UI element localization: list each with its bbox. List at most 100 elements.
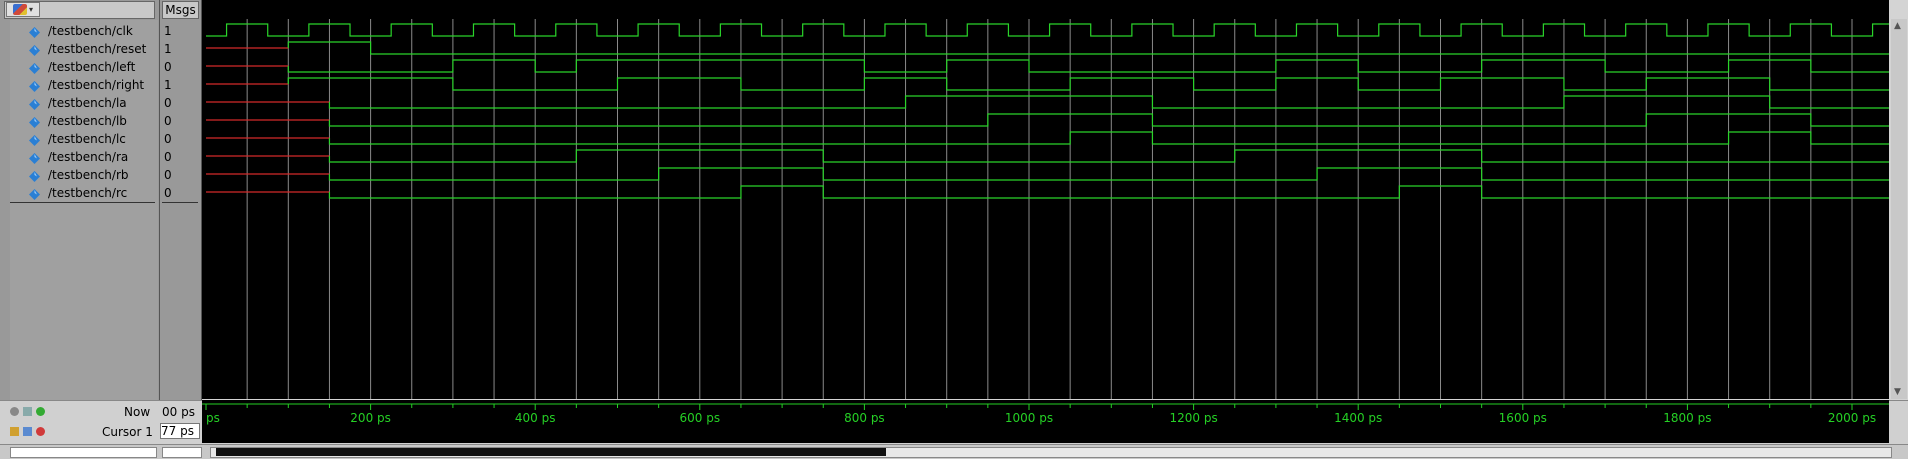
- signal-trace: [328, 149, 1889, 163]
- ruler-tick-label: 600 ps: [680, 411, 721, 425]
- signal-value: 1: [164, 78, 172, 92]
- signal-trace: [287, 59, 1889, 73]
- signal-list: /testbench/clk/testbench/reset/testbench…: [10, 20, 158, 400]
- signal-row[interactable]: /testbench/left: [10, 59, 158, 76]
- signal-value: 1: [164, 24, 172, 38]
- values-scroll-track[interactable]: [162, 447, 202, 458]
- signal-name: /testbench/clk: [48, 24, 133, 38]
- signal-diamond-icon: [29, 80, 40, 92]
- scroll-down-arrow[interactable]: ▼: [1894, 387, 1901, 397]
- signal-name: /testbench/left: [48, 60, 136, 74]
- ruler-tick-label: 200 ps: [350, 411, 391, 425]
- wave-scroll-thumb[interactable]: [216, 448, 886, 456]
- waveform-trace: [206, 23, 1908, 37]
- signal-row[interactable]: /testbench/lc: [10, 131, 158, 148]
- ruler-tick-label: 1200 ps: [1169, 411, 1217, 425]
- lock-icon[interactable]: [10, 427, 19, 436]
- signal-value: 0: [164, 96, 172, 110]
- ruler-tick-label: 800 ps: [844, 411, 885, 425]
- signal-name: /testbench/right: [48, 78, 145, 92]
- waveform-trace: [206, 113, 1889, 127]
- ruler-tick-label: 400 ps: [515, 411, 556, 425]
- signal-row[interactable]: /testbench/clk: [10, 23, 158, 40]
- chevron-down-icon: ▾: [28, 5, 33, 14]
- signal-row[interactable]: /testbench/ra: [10, 149, 158, 166]
- signal-trace: [328, 131, 1889, 145]
- signal-diamond-icon: [29, 26, 40, 38]
- waveform-canvas[interactable]: [202, 19, 1908, 399]
- ruler-tick-label: 1000 ps: [1005, 411, 1053, 425]
- ruler-tick-label: ps: [206, 411, 220, 425]
- ruler-tick-label: 1800 ps: [1663, 411, 1711, 425]
- now-label: Now: [124, 405, 151, 419]
- names-scroll-track[interactable]: [10, 447, 157, 458]
- zoom-icon[interactable]: [10, 407, 19, 416]
- waveform-trace: [206, 167, 1889, 181]
- signal-diamond-icon: [29, 44, 40, 56]
- waveform-trace: [206, 41, 1889, 55]
- signal-row[interactable]: /testbench/rb: [10, 167, 158, 184]
- signal-value: 0: [164, 114, 172, 128]
- now-icons: [10, 407, 45, 416]
- signal-name: /testbench/ra: [48, 150, 129, 164]
- signal-value: 0: [164, 60, 172, 74]
- cursor-label: Cursor 1: [102, 425, 153, 439]
- signal-trace: [287, 77, 1894, 91]
- signal-name: /testbench/reset: [48, 42, 147, 56]
- signal-diamond-icon: [29, 98, 40, 110]
- waveform-trace: [206, 131, 1889, 145]
- signal-diamond-icon: [29, 152, 40, 164]
- signal-trace: [328, 185, 1889, 199]
- vertical-scrollbar[interactable]: ▲ ▼: [1891, 19, 1907, 399]
- signal-value: 1: [164, 42, 172, 56]
- wave-tools-icon: [12, 4, 27, 15]
- wrench-icon[interactable]: [23, 427, 32, 436]
- waveform-trace: [206, 95, 1889, 109]
- signal-row[interactable]: /testbench/lb: [10, 113, 158, 130]
- signal-name: /testbench/la: [48, 96, 127, 110]
- msgs-header: Msgs: [162, 1, 199, 19]
- ruler-tick-label: 1600 ps: [1499, 411, 1547, 425]
- layout-icon[interactable]: [23, 407, 32, 416]
- delete-icon[interactable]: [36, 427, 45, 436]
- signal-value: 0: [164, 132, 172, 146]
- cursor-icons: [10, 427, 45, 436]
- value-list-divider: [162, 202, 198, 203]
- signal-diamond-icon: [29, 134, 40, 146]
- signal-name: /testbench/rb: [48, 168, 129, 182]
- signal-list-divider: [10, 202, 155, 203]
- signal-name: /testbench/lc: [48, 132, 126, 146]
- now-value: 00 ps: [162, 405, 195, 419]
- time-ruler[interactable]: ps 200 ps 400 ps 600 ps 800 ps 1000 ps 1200 ps…: [202, 400, 1889, 443]
- ruler-tick-label: 1400 ps: [1334, 411, 1382, 425]
- time-ruler-svg: ps 200 ps 400 ps 600 ps 800 ps 1000 ps 1200 ps…: [202, 403, 1889, 425]
- ruler-tick-label: 2000 ps: [1828, 411, 1876, 425]
- signal-diamond-icon: [29, 62, 40, 74]
- signal-name: /testbench/rc: [48, 186, 128, 200]
- wave-toolbar-button[interactable]: ▾: [6, 2, 40, 17]
- signal-value: 0: [164, 168, 172, 182]
- signal-value: 0: [164, 186, 172, 200]
- horizontal-scrollbar[interactable]: [0, 444, 1908, 459]
- signal-trace: [328, 95, 1889, 109]
- waveform-trace: [206, 59, 1889, 73]
- signal-trace: [328, 113, 1889, 127]
- signal-diamond-icon: [29, 170, 40, 182]
- signal-row[interactable]: /testbench/reset: [10, 41, 158, 58]
- signal-trace: [328, 167, 1889, 181]
- waveform-trace: [206, 149, 1889, 163]
- signal-row[interactable]: /testbench/rc: [10, 185, 158, 202]
- wave-header-strip: [202, 0, 1889, 19]
- waveform-trace: [206, 77, 1894, 91]
- signal-trace: [287, 41, 1889, 55]
- signal-name: /testbench/lb: [48, 114, 127, 128]
- cursor-value: 77 ps: [160, 423, 200, 439]
- signal-row[interactable]: /testbench/right: [10, 77, 158, 94]
- signal-value: 0: [164, 150, 172, 164]
- add-icon[interactable]: [36, 407, 45, 416]
- signal-row[interactable]: /testbench/la: [10, 95, 158, 112]
- scroll-up-arrow[interactable]: ▲: [1894, 21, 1901, 31]
- signal-diamond-icon: [29, 188, 40, 200]
- waveform-trace: [206, 185, 1889, 199]
- signal-diamond-icon: [29, 116, 40, 128]
